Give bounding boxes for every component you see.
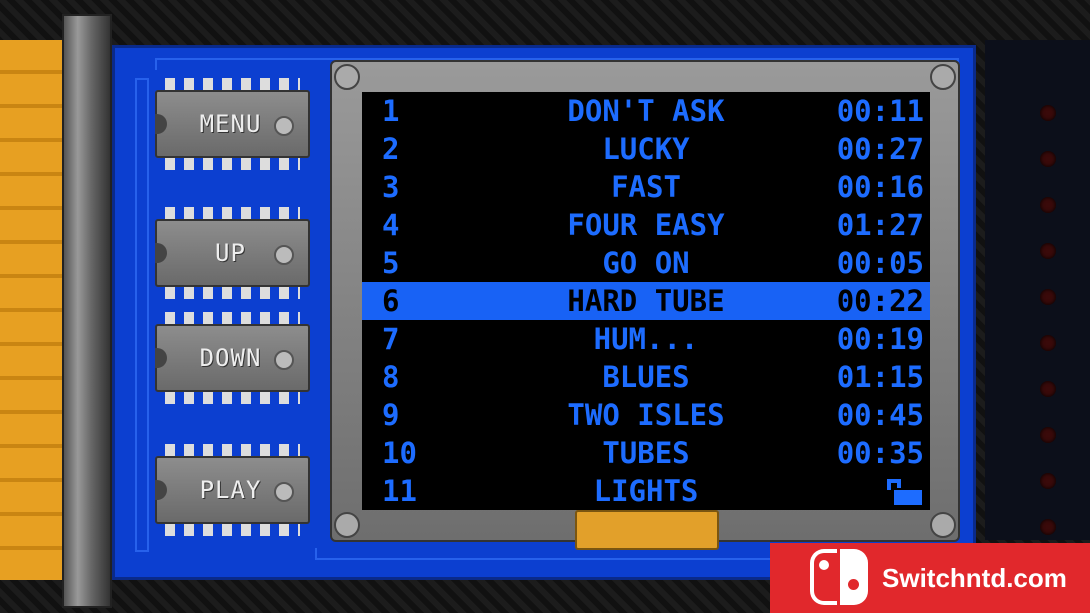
track-row[interactable]: 9 TWO ISLES 00:45 bbox=[362, 396, 930, 434]
indicator-light bbox=[1040, 335, 1056, 351]
indicator-light bbox=[1040, 381, 1056, 397]
track-row[interactable]: 10 TUBES 00:35 bbox=[362, 434, 930, 472]
indicator-light bbox=[1040, 289, 1056, 305]
up-label: UP bbox=[215, 239, 246, 267]
track-title: LIGHTS bbox=[593, 474, 699, 508]
lock-icon bbox=[887, 479, 922, 505]
track-duration: 01:15 bbox=[836, 360, 924, 394]
play-label: PLAY bbox=[199, 476, 262, 504]
track-duration: 00:11 bbox=[836, 94, 924, 128]
indicator-light bbox=[1040, 105, 1056, 121]
indicator-light bbox=[1040, 151, 1056, 167]
down-button[interactable]: DOWN bbox=[155, 312, 310, 404]
up-button[interactable]: UP bbox=[155, 207, 310, 299]
side-rail bbox=[62, 14, 112, 608]
indicator-light bbox=[1040, 197, 1056, 213]
cartridge-connector bbox=[575, 510, 719, 550]
menu-button[interactable]: MENU bbox=[155, 78, 310, 170]
indicator-light bbox=[1040, 427, 1056, 443]
down-label: DOWN bbox=[199, 344, 262, 372]
track-duration: 00:19 bbox=[836, 322, 924, 356]
track-row[interactable]: 3 FAST 00:16 bbox=[362, 168, 930, 206]
track-row[interactable]: 2 LUCKY 00:27 bbox=[362, 130, 930, 168]
track-row[interactable]: 11 LIGHTS bbox=[362, 472, 930, 510]
track-row[interactable]: 4 FOUR EASY 01:27 bbox=[362, 206, 930, 244]
track-duration: 00:05 bbox=[836, 246, 924, 280]
track-row[interactable]: 1 DON'T ASK 00:11 bbox=[362, 92, 930, 130]
track-duration: 00:16 bbox=[836, 170, 924, 204]
track-list: 1 DON'T ASK 00:11 2 LUCKY 00:27 3 FAST 00:16 4… bbox=[362, 92, 930, 510]
menu-label: MENU bbox=[199, 110, 262, 138]
track-duration: 00:45 bbox=[836, 398, 924, 432]
indicator-light bbox=[1040, 243, 1056, 259]
watermark-text: Switchntd.com bbox=[882, 562, 1067, 593]
indicator-light bbox=[1040, 519, 1056, 535]
watermark-badge: Switchntd.com bbox=[770, 543, 1090, 613]
track-duration: 01:27 bbox=[836, 208, 924, 242]
play-button[interactable]: PLAY bbox=[155, 444, 310, 536]
track-row[interactable]: 7 HUM... 00:19 bbox=[362, 320, 930, 358]
indicator-light bbox=[1040, 473, 1056, 489]
track-row[interactable]: 5 GO ON 00:05 bbox=[362, 244, 930, 282]
track-row[interactable]: 6 HARD TUBE 00:22 bbox=[362, 282, 930, 320]
track-duration: 00:22 bbox=[836, 284, 924, 318]
track-duration: 00:35 bbox=[836, 436, 924, 470]
right-panel bbox=[985, 40, 1090, 581]
track-row[interactable]: 8 BLUES 01:15 bbox=[362, 358, 930, 396]
switch-logo-icon bbox=[810, 549, 870, 607]
track-duration: 00:27 bbox=[836, 132, 924, 166]
